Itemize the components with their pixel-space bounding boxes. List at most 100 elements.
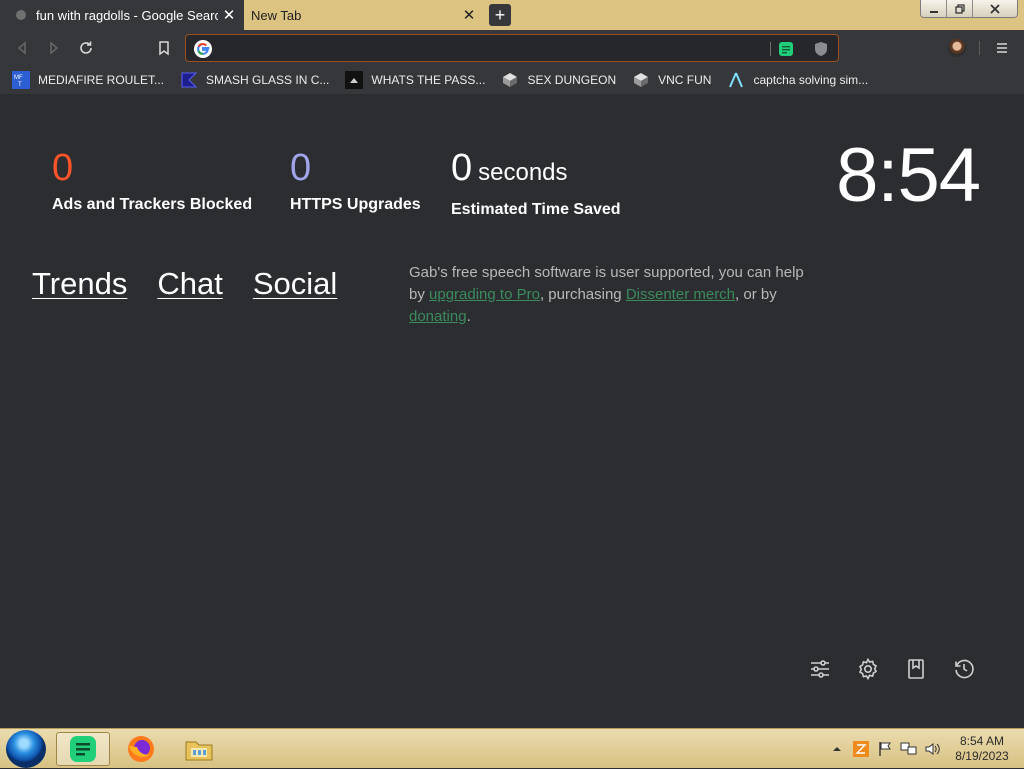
chat-link[interactable]: Chat (157, 266, 222, 302)
mediafire-icon: MF T (12, 71, 30, 89)
bookmarks-bar: MF T MEDIAFIRE ROULET... SMASH GLASS IN C… (0, 66, 1024, 94)
folder-icon (185, 741, 213, 761)
bookmark-whats-the-pass[interactable]: WHATS THE PASS... (345, 68, 485, 92)
support-text: , purchasing (539, 286, 626, 303)
https-upgrades-stat: 0 HTTPS Upgrades (290, 146, 421, 214)
taskbar: 8:54 AM 8/19/2023 (0, 728, 1024, 768)
system-tray: 8:54 AM 8/19/2023 (826, 729, 1024, 769)
tab-title: New Tab (251, 7, 302, 23)
system-date: 8/19/2023 (955, 749, 1009, 763)
support-text: , or by (735, 286, 777, 303)
forward-button[interactable] (45, 39, 63, 57)
bookmark-label: MEDIAFIRE ROULET... (38, 73, 165, 87)
time-saved-count: 0 (451, 147, 473, 189)
history-button[interactable] (951, 656, 977, 682)
donating-link[interactable]: donating (409, 308, 467, 325)
new-tab-page: 0 Ads and Trackers Blocked 0 HTTPS Upgra… (0, 94, 1024, 728)
bookmark-label: VNC FUN (658, 73, 712, 87)
bookmark-mediafire[interactable]: MF T MEDIAFIRE ROULET... (12, 68, 164, 92)
bookmarks-button[interactable] (903, 656, 929, 682)
bookmark-vnc-fun[interactable]: VNC FUN (632, 68, 711, 92)
page-tools (807, 656, 999, 682)
bookmark-sex-dungeon[interactable]: SEX DUNGEON (501, 68, 616, 92)
window-controls (920, 0, 1018, 18)
bookmarks-icon (908, 659, 924, 679)
address-input[interactable] (220, 38, 740, 58)
shield-icon[interactable] (813, 41, 829, 57)
profile-avatar[interactable] (948, 39, 966, 57)
ads-blocked-count: 0 (52, 147, 74, 189)
minimize-icon (929, 10, 938, 13)
network-button[interactable] (898, 738, 920, 760)
tab-strip: fun with ragdolls - Google Search ✕ New … (0, 0, 1024, 30)
menu-button[interactable] (993, 39, 1011, 57)
window-close-button[interactable] (973, 0, 1017, 17)
upgrade-to-pro-link[interactable]: upgrading to Pro (429, 286, 540, 303)
bookmark-icon (159, 41, 169, 56)
bookmark-label: WHATS THE PASS... (371, 73, 486, 87)
bookmark-label: captcha solving sim... (753, 73, 869, 87)
page-clock: 8:54 (836, 133, 981, 218)
bookmark-captcha[interactable]: captcha solving sim... (727, 68, 868, 92)
settings-button[interactable] (855, 656, 881, 682)
https-upgrades-label: HTTPS Upgrades (290, 196, 421, 213)
support-message: Gab's free speech software is user suppo… (409, 262, 809, 328)
restore-button[interactable] (947, 0, 973, 17)
system-clock[interactable]: 8:54 AM 8/19/2023 (946, 734, 1024, 764)
trends-link[interactable]: Trends (32, 266, 127, 302)
taskbar-dissenter-app[interactable] (56, 732, 110, 766)
ads-blocked-stat: 0 Ads and Trackers Blocked (52, 146, 252, 214)
gear-icon (858, 657, 878, 681)
support-text: . (466, 308, 471, 325)
firefox-icon (128, 736, 154, 762)
action-center-button[interactable] (874, 738, 896, 760)
network-icon (900, 742, 917, 755)
system-time: 8:54 AM (959, 734, 1005, 748)
tray-app-icon (853, 741, 869, 757)
dissenter-extension-icon[interactable] (778, 41, 794, 57)
customize-button[interactable] (807, 656, 833, 682)
address-bar[interactable] (185, 34, 839, 62)
hamburger-menu-icon (997, 43, 1007, 53)
time-saved-label: Estimated Time Saved (451, 201, 621, 218)
tray-app-button[interactable] (850, 738, 872, 760)
new-tab-button[interactable]: + (489, 4, 511, 26)
history-icon (955, 659, 974, 679)
omnibox-divider (770, 42, 771, 56)
time-saved-value: 0 seconds (451, 146, 621, 195)
bookmark-smash-glass[interactable]: SMASH GLASS IN C... (180, 68, 329, 92)
restore-icon (954, 3, 965, 14)
taskbar-explorer-app[interactable] (172, 732, 226, 766)
dissenter-icon (70, 736, 96, 762)
svg-text:T: T (18, 82, 22, 88)
volume-button[interactable] (922, 738, 944, 760)
svg-text:MF: MF (14, 75, 23, 81)
captcha-icon (727, 71, 745, 89)
browser-toolbar (0, 30, 1024, 66)
vnc-icon (632, 71, 650, 89)
sliders-icon (811, 660, 829, 678)
tab-google-search[interactable]: fun with ragdolls - Google Search ✕ (0, 0, 244, 30)
close-icon (990, 3, 1000, 14)
speaker-icon (925, 743, 940, 755)
tab-new-tab[interactable]: New Tab ✕ (244, 0, 484, 30)
chevron-up-icon (833, 747, 841, 751)
start-button[interactable] (6, 730, 46, 768)
show-hidden-icons-button[interactable] (826, 738, 848, 760)
bookmark-label: SMASH GLASS IN C... (206, 73, 330, 87)
bookmark-label: SEX DUNGEON (527, 73, 617, 87)
pass-icon (345, 71, 364, 89)
time-saved-stat: 0 seconds Estimated Time Saved (451, 146, 621, 219)
minimize-button[interactable] (921, 0, 947, 17)
reload-button[interactable] (77, 39, 95, 57)
social-link[interactable]: Social (253, 266, 337, 302)
taskbar-firefox-app[interactable] (114, 732, 168, 766)
dungeon-icon (501, 71, 519, 89)
back-button[interactable] (13, 39, 31, 57)
dissenter-merch-link[interactable]: Dissenter merch (626, 286, 735, 303)
tab-close-icon[interactable]: ✕ (218, 6, 240, 24)
tab-title: fun with ragdolls - Google Search (36, 7, 218, 23)
tab-close-icon[interactable]: ✕ (458, 6, 480, 24)
bookmark-page-button[interactable] (155, 39, 173, 57)
quick-links: Trends Chat Social (32, 266, 367, 302)
